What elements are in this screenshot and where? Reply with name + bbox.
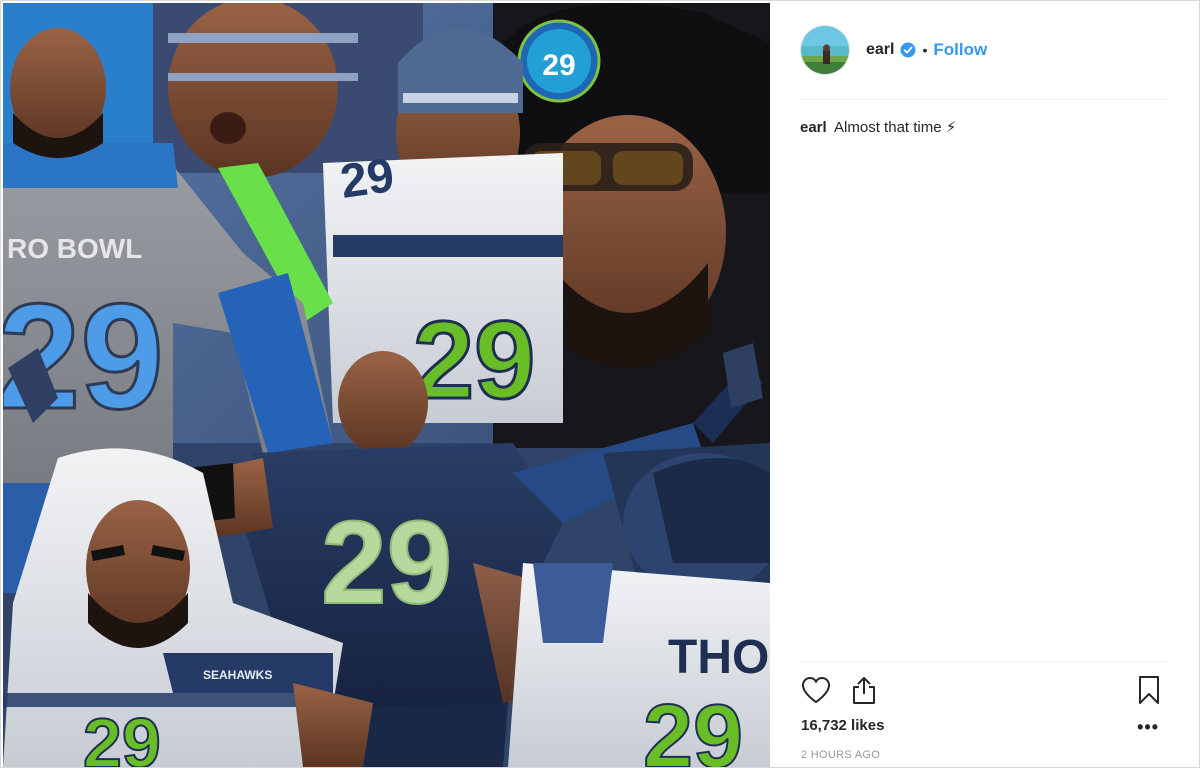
likes-count[interactable]: 16,732 likes [801,717,884,734]
more-options-button[interactable]: ••• [1137,717,1159,738]
post-timestamp[interactable]: 2 HOURS AGO [801,749,880,761]
avatar-image [801,26,849,74]
heart-icon [801,676,831,704]
actions-divider [800,661,1167,662]
collage-image: 29 29 29 RO BOWL 29 29 THO 29 SEAHAWKS 2… [3,3,770,767]
like-button[interactable] [798,672,834,708]
caption: earl Almost that time ⚡ [800,117,1167,139]
jersey-number-upper-sleeve: 29 [337,149,397,209]
header-divider [800,99,1167,100]
post-image[interactable]: 29 29 29 RO BOWL 29 29 THO 29 SEAHAWKS 2… [3,3,770,767]
bookmark-icon [1139,676,1159,704]
shirt-text: RO BOWL [7,233,142,264]
post-side-panel: earl • Follow earl Almost that time ⚡ 16… [770,1,1199,767]
nameplate-text: THOM [668,631,770,684]
jersey-number-right: 29 [643,687,743,767]
header-separator: • [922,42,928,58]
hat-patch-text: 29 [542,49,575,82]
caption-author[interactable]: earl [800,119,827,136]
jersey-number-upper: 29 [413,299,535,422]
verified-badge-icon [900,42,916,58]
post-header: earl • Follow [800,25,1167,75]
collar-logo-text: SEAHAWKS [203,668,272,682]
save-button[interactable] [1131,672,1167,708]
share-button[interactable] [846,672,882,708]
share-icon [853,677,875,704]
jersey-number-bottom-left: 29 [83,704,161,767]
caption-text: Almost that time ⚡ [834,119,957,136]
action-bar [798,671,1167,709]
jersey-number-center: 29 [321,497,452,629]
post-window: 29 29 29 RO BOWL 29 29 THO 29 SEAHAWKS 2… [0,0,1200,768]
follow-button[interactable]: Follow [933,40,987,60]
avatar[interactable] [800,25,850,75]
username[interactable]: earl [866,41,894,59]
